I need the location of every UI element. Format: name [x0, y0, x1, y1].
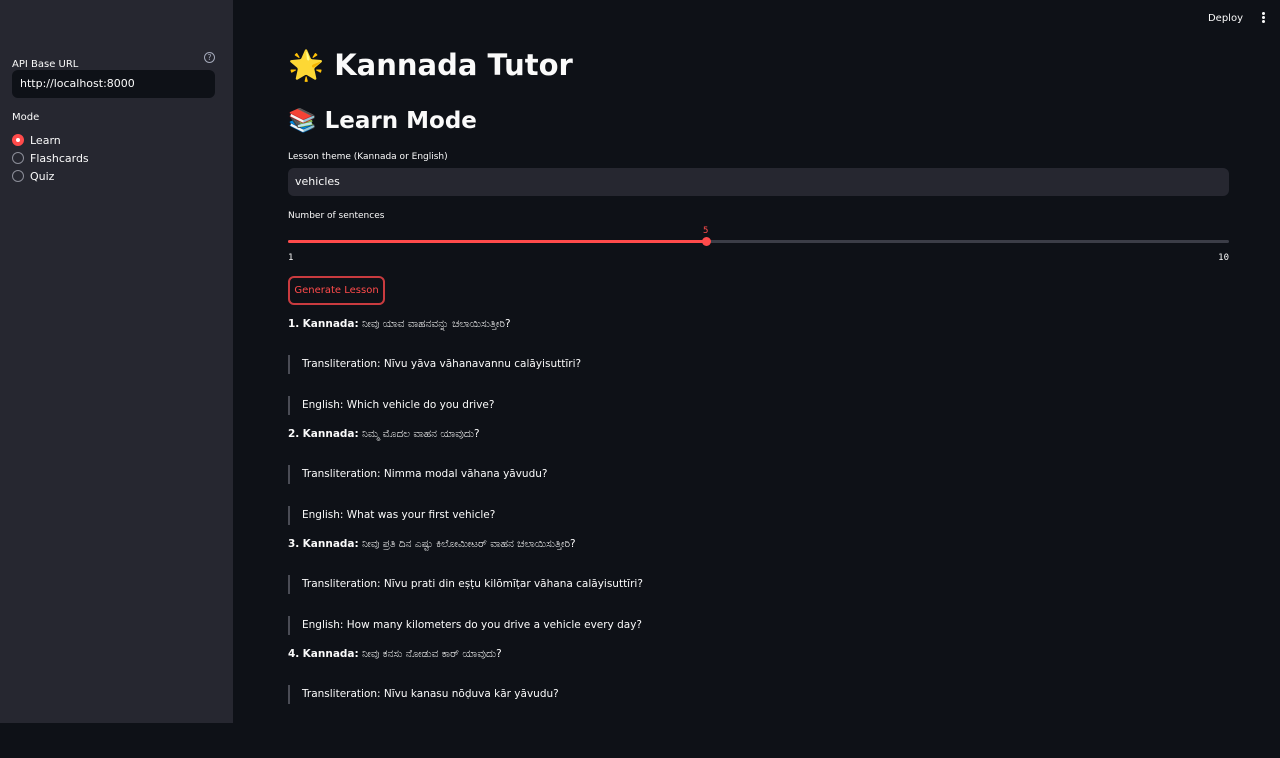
sentence-number: 4.: [288, 648, 300, 660]
mode-radio-group: Learn Flashcards Quiz: [12, 131, 89, 185]
list-item: 4. Kannada: ನೀವು ಕನಸು ನೋಡುವ ಕಾರ್ ಯಾವುದು?…: [288, 648, 1229, 758]
kannada-line: 2. Kannada: ನಿಮ್ಮ ಮೊದಲ ವಾಹನ ಯಾವುದು?: [288, 428, 480, 441]
sentence-number: 1.: [288, 318, 300, 330]
radio-selected-icon: [12, 134, 24, 146]
slider-value: 5: [703, 226, 709, 236]
mode-option-quiz[interactable]: Quiz: [12, 167, 89, 185]
list-item: 2. Kannada: ನಿಮ್ಮ ಮೊದಲ ವಾಹನ ಯಾವುದು? Tran…: [288, 428, 1229, 538]
kannada-text: ನೀವು ಯಾವ ವಾಹನವನ್ನು ಚಲಾಯಿಸುತ್ತೀರಿ?: [362, 318, 511, 330]
mode-option-label: Learn: [30, 133, 61, 147]
list-item: 1. Kannada: ನೀವು ಯಾವ ವಾಹನವನ್ನು ಚಲಾಯಿಸುತ್…: [288, 318, 1229, 428]
mode-option-label: Flashcards: [30, 151, 89, 165]
kannada-text: ನೀವು ಪ್ರತಿ ದಿನ ಎಷ್ಟು ಕಿಲೋಮೀಟರ್ ವಾಹನ ಚಲಾಯ…: [362, 538, 576, 550]
help-icon[interactable]: ?: [204, 52, 215, 63]
mode-option-label: Quiz: [30, 169, 55, 183]
sentences-label: Number of sentences: [288, 211, 385, 221]
api-url-label: API Base URL: [12, 59, 79, 70]
generate-lesson-button[interactable]: Generate Lesson: [288, 276, 385, 305]
section-heading: 📚 Learn Mode: [288, 108, 477, 134]
api-url-input[interactable]: http://localhost:8000: [12, 70, 215, 98]
kannada-label: Kannada:: [302, 538, 359, 550]
slider-max-label: 10: [1218, 253, 1229, 263]
transliteration-text: Transliteration: Nīvu kanasu nōḍuva kār …: [288, 685, 559, 704]
kannada-line: 1. Kannada: ನೀವು ಯಾವ ವಾಹನವನ್ನು ಚಲಾಯಿಸುತ್…: [288, 318, 511, 331]
kannada-line: 4. Kannada: ನೀವು ಕನಸು ನೋಡುವ ಕಾರ್ ಯಾವುದು?: [288, 648, 502, 661]
kannada-label: Kannada:: [302, 318, 359, 330]
transliteration-text: Transliteration: Nīvu prati din eṣṭu kil…: [288, 575, 643, 594]
kannada-line: 3. Kannada: ನೀವು ಪ್ರತಿ ದಿನ ಎಷ್ಟು ಕಿಲೋಮೀಟ…: [288, 538, 576, 551]
list-item: 3. Kannada: ನೀವು ಪ್ರತಿ ದಿನ ಎಷ್ಟು ಕಿಲೋಮೀಟ…: [288, 538, 1229, 648]
transliteration-text: Transliteration: Nimma modal vāhana yāvu…: [288, 465, 547, 484]
kannada-text: ನೀವು ಕನಸು ನೋಡುವ ಕಾರ್ ಯಾವುದು?: [362, 648, 502, 660]
english-text: English: Which vehicle do you drive?: [288, 396, 494, 415]
sentences-slider[interactable]: [288, 237, 1229, 246]
lesson-list: 1. Kannada: ನೀವು ಯಾವ ವಾಹನವನ್ನು ಚಲಾಯಿಸುತ್…: [288, 318, 1229, 758]
kannada-label: Kannada:: [302, 648, 359, 660]
slider-fill: [288, 240, 706, 243]
theme-label: Lesson theme (Kannada or English): [288, 152, 448, 162]
english-text: English: How many kilometers do you driv…: [288, 616, 642, 635]
radio-unselected-icon: [12, 152, 24, 164]
theme-input[interactable]: vehicles: [288, 168, 1229, 196]
kannada-label: Kannada:: [302, 428, 359, 440]
transliteration-text: Transliteration: Nīvu yāva vāhanavannu c…: [288, 355, 581, 374]
radio-unselected-icon: [12, 170, 24, 182]
sentence-number: 2.: [288, 428, 300, 440]
page-title: 🌟 Kannada Tutor: [288, 48, 573, 82]
top-bar: Deploy: [233, 0, 1280, 38]
mode-option-learn[interactable]: Learn: [12, 131, 89, 149]
sentence-number: 3.: [288, 538, 300, 550]
more-options-icon[interactable]: [1260, 12, 1266, 26]
api-url-label-row: API Base URL ?: [12, 52, 215, 70]
kannada-text: ನಿಮ್ಮ ಮೊದಲ ವಾಹನ ಯಾವುದು?: [362, 428, 480, 440]
slider-min-label: 1: [288, 253, 294, 263]
mode-option-flashcards[interactable]: Flashcards: [12, 149, 89, 167]
english-text: English: What was your first vehicle?: [288, 506, 495, 525]
mode-label: Mode: [12, 112, 40, 123]
sidebar: API Base URL ? http://localhost:8000 Mod…: [0, 0, 233, 723]
deploy-button[interactable]: Deploy: [1208, 13, 1243, 24]
slider-thumb[interactable]: [702, 237, 711, 246]
